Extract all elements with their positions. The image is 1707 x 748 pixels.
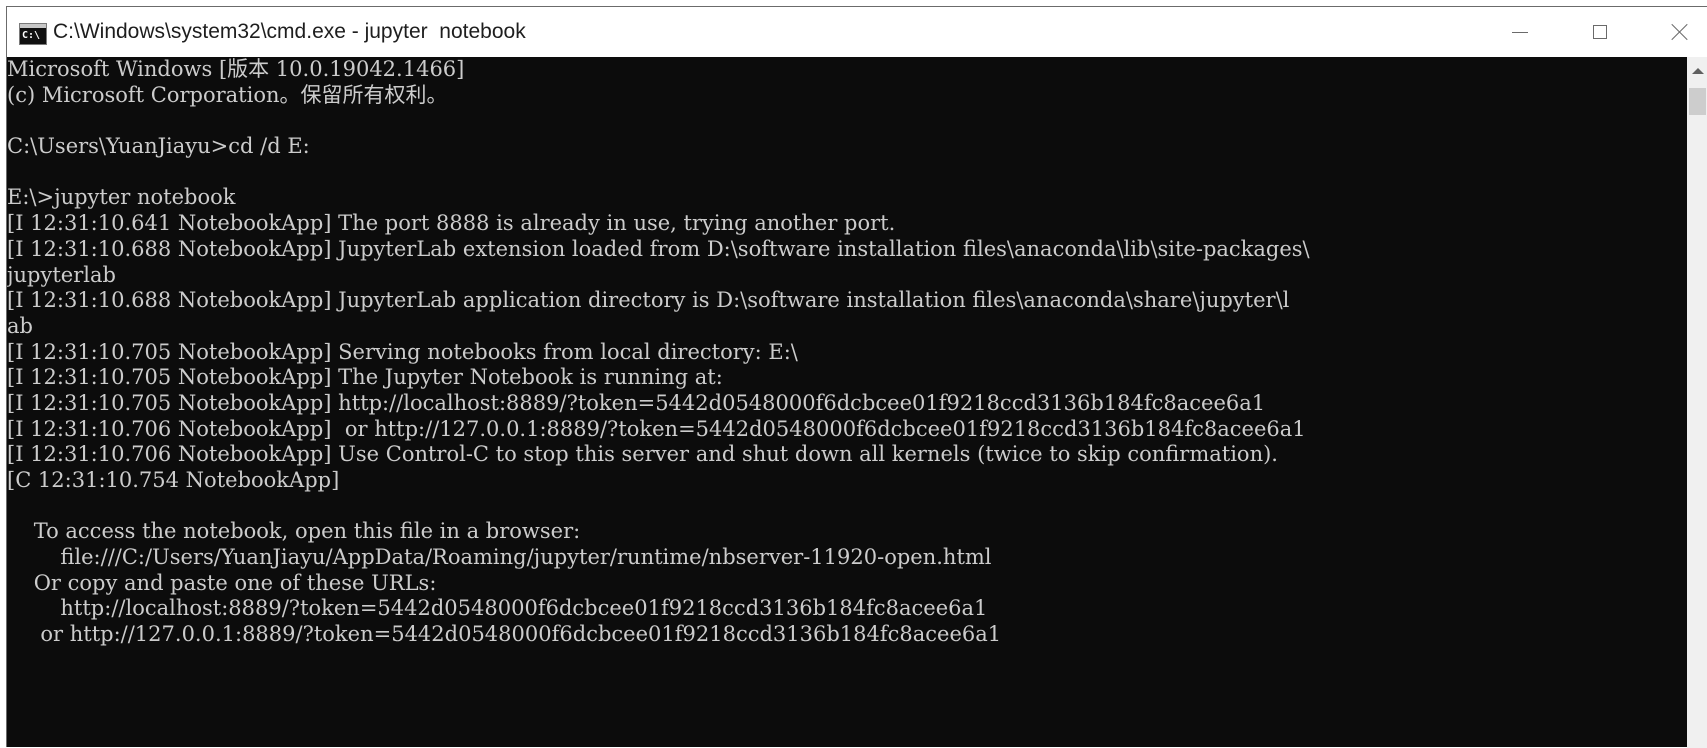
console-line: jupyterlab bbox=[7, 262, 116, 287]
cmd-icon-label: C:\ bbox=[22, 30, 41, 41]
title-bar[interactable]: C:\ C:\Windows\system32\cmd.exe - jupyte… bbox=[7, 7, 1707, 57]
console-line: [I 12:31:10.705 NotebookApp] http://loca… bbox=[7, 390, 1266, 415]
console-output-area[interactable]: Microsoft Windows [版本 10.0.19042.1466] (c… bbox=[7, 57, 1687, 747]
console-line: (c) Microsoft Corporation。保留所有权利。 bbox=[7, 82, 448, 107]
scroll-up-button[interactable] bbox=[1687, 57, 1707, 85]
cmd-icon[interactable]: C:\ bbox=[19, 23, 47, 45]
console-text: Microsoft Windows [版本 10.0.19042.1466] (c… bbox=[7, 57, 1310, 648]
vertical-scrollbar[interactable] bbox=[1687, 57, 1707, 748]
console-line: [I 12:31:10.706 NotebookApp] Use Control… bbox=[7, 442, 1278, 467]
maximize-button[interactable] bbox=[1560, 7, 1640, 57]
console-window: C:\ C:\Windows\system32\cmd.exe - jupyte… bbox=[6, 6, 1707, 748]
window-title: C:\Windows\system32\cmd.exe - jupyter no… bbox=[53, 20, 526, 43]
console-line: To access the notebook, open this file i… bbox=[7, 519, 581, 544]
close-icon bbox=[1671, 23, 1689, 41]
console-line: http://localhost:8889/?token=5442d054800… bbox=[7, 596, 988, 621]
scroll-thumb[interactable] bbox=[1689, 88, 1706, 115]
minimize-icon bbox=[1512, 31, 1528, 33]
console-line: file:///C:/Users/YuanJiayu/AppData/Roami… bbox=[7, 545, 992, 570]
console-line: [I 12:31:10.688 NotebookApp] JupyterLab … bbox=[7, 288, 1290, 313]
close-button[interactable] bbox=[1640, 7, 1707, 57]
console-line: [I 12:31:10.706 NotebookApp] or http://1… bbox=[7, 416, 1306, 441]
console-line: C:\Users\YuanJiayu>cd /d E: bbox=[7, 134, 310, 159]
console-line: Microsoft Windows [版本 10.0.19042.1466] bbox=[7, 57, 465, 81]
console-line: [I 12:31:10.705 NotebookApp] The Jupyter… bbox=[7, 365, 723, 390]
console-line: Or copy and paste one of these URLs: bbox=[7, 570, 437, 595]
console-line: or http://127.0.0.1:8889/?token=5442d054… bbox=[7, 622, 1002, 647]
console-line: E:\>jupyter notebook bbox=[7, 185, 236, 210]
console-line: [I 12:31:10.641 NotebookApp] The port 88… bbox=[7, 211, 896, 236]
console-line: [C 12:31:10.754 NotebookApp] bbox=[7, 468, 340, 492]
maximize-icon bbox=[1593, 25, 1607, 39]
scroll-up-arrow-icon bbox=[1691, 68, 1704, 74]
minimize-button[interactable] bbox=[1480, 7, 1560, 57]
console-line: ab bbox=[7, 313, 33, 338]
console-line: [I 12:31:10.705 NotebookApp] Serving not… bbox=[7, 339, 798, 364]
console-line: [I 12:31:10.688 NotebookApp] JupyterLab … bbox=[7, 236, 1310, 261]
